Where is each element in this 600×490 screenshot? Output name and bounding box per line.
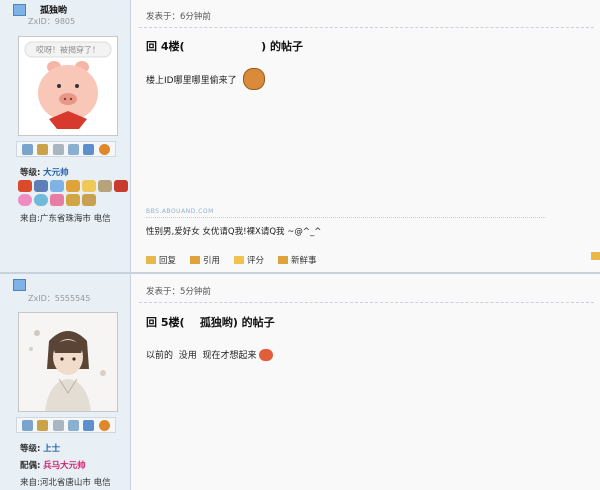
medal-icon[interactable]: [82, 180, 96, 192]
avatar[interactable]: 哎呀！被揭穿了！: [18, 36, 118, 136]
medal-icon[interactable]: [66, 180, 80, 192]
medal-icon[interactable]: [50, 180, 64, 192]
reply-icon: [146, 256, 156, 264]
medal-icon[interactable]: [34, 194, 48, 206]
qq-icon[interactable]: [98, 419, 110, 431]
medal-icon[interactable]: [18, 180, 32, 192]
level: 等级: 大元帅: [20, 166, 69, 178]
post-2-sidebar: ZxID：5555545 等级: 上士 配偶: 兵马大元帅 来自:河北省唐山市 …: [0, 274, 131, 490]
signature: 性别男,爱好女 女优请Q我!裸X请Q我 ~@^_^: [146, 227, 322, 237]
medal-icon[interactable]: [50, 194, 64, 206]
signature-logo: BBS.ABOUAND.COM: [146, 208, 214, 215]
search-icon[interactable]: [52, 419, 64, 431]
post-1-sidebar: 孤独哟 ZxID：9805 哎呀！被揭穿了！ 等级: 大元帅 来自:广东省珠海市…: [0, 0, 131, 272]
avatar-caption: 哎呀！被揭穿了！: [36, 45, 100, 55]
level-label: 等级:: [20, 168, 41, 178]
username[interactable]: 孤独哟: [40, 3, 67, 16]
spouse: 配偶: 兵马大元帅: [20, 459, 86, 471]
spouse-value[interactable]: 兵马大元帅: [43, 461, 86, 471]
pig-avatar-image: 哎呀！被揭穿了！: [19, 37, 117, 135]
level-value: 大元帅: [43, 168, 69, 178]
post-actions: 回复 引用 评分 新鲜事: [146, 254, 317, 266]
post-2-content: 发表于：5分钟前 回 5楼( 孤独哟) 的帖子 以前的 没用 现在才想起来: [131, 274, 600, 490]
post-text: 楼上ID哪里哪里偷来了: [146, 75, 237, 86]
user-status-icon: [13, 4, 26, 16]
medal-icon[interactable]: [98, 180, 112, 192]
location: 来自:广东省珠海市 电信: [20, 214, 111, 224]
mail-icon[interactable]: [22, 143, 34, 155]
level: 等级: 上士: [20, 442, 60, 454]
user-icon[interactable]: [37, 143, 49, 155]
reply-button[interactable]: 回复: [146, 254, 176, 266]
level-value: 上士: [43, 444, 61, 454]
friends-icon[interactable]: [83, 143, 95, 155]
post-body: 楼上ID哪里哪里偷来了: [146, 68, 265, 90]
rate-icon: [234, 256, 245, 264]
quote-label: 引用: [203, 256, 221, 266]
post-body: 以前的 没用 现在才想起来: [146, 348, 274, 361]
user-tools: [16, 417, 116, 433]
anime-avatar-image: [19, 313, 117, 411]
avatar[interactable]: [18, 312, 118, 412]
medal-icon[interactable]: [82, 194, 96, 206]
rate-label: 评分: [247, 256, 265, 266]
medals: [18, 180, 128, 206]
quote-button[interactable]: 引用: [190, 254, 220, 266]
medal-icon[interactable]: [114, 180, 128, 192]
location: 来自:河北省唐山市 电信: [20, 478, 111, 488]
search-icon[interactable]: [52, 143, 64, 155]
smiley-icon: [242, 68, 265, 90]
post-1-content: 发表于：6分钟前 回 4楼( ) 的帖子 楼上ID哪里哪里偷来了 BBS.ABO…: [131, 0, 600, 272]
medal-icon[interactable]: [66, 194, 80, 206]
medal-icon[interactable]: [34, 180, 48, 192]
mail-icon[interactable]: [22, 419, 34, 431]
post-title: 回 5楼( 孤独哟) 的帖子: [146, 316, 275, 329]
scroll-marker-icon: [591, 252, 600, 260]
user-tools: [16, 141, 116, 157]
spouse-label: 配偶:: [20, 461, 41, 471]
divider: [139, 302, 594, 303]
post-time: 发表于：6分钟前: [146, 12, 211, 22]
emoticon-icon: [259, 348, 274, 361]
rate-button[interactable]: 评分: [234, 254, 264, 266]
user-id: ZxID：9805: [28, 17, 76, 26]
profile-icon[interactable]: [68, 419, 80, 431]
user-id: ZxID：5555545: [28, 294, 91, 303]
post-title: 回 4楼( ) 的帖子: [146, 40, 303, 53]
user-status-icon: [13, 279, 26, 291]
news-button[interactable]: 新鲜事: [278, 254, 317, 266]
friends-icon[interactable]: [83, 419, 95, 431]
post-1: 孤独哟 ZxID：9805 哎呀！被揭穿了！ 等级: 大元帅 来自:广东省珠海市…: [0, 0, 600, 272]
heart-icon[interactable]: [18, 194, 32, 206]
post-2: ZxID：5555545 等级: 上士 配偶: 兵马大元帅 来自:河北省唐山市 …: [0, 274, 600, 490]
profile-icon[interactable]: [68, 143, 80, 155]
reply-label: 回复: [159, 256, 177, 266]
news-label: 新鲜事: [291, 256, 317, 266]
qq-icon[interactable]: [98, 143, 110, 155]
post-time: 发表于：5分钟前: [146, 287, 211, 297]
user-icon[interactable]: [37, 419, 49, 431]
post-text: 以前的 没用 现在才想起来: [146, 351, 257, 361]
level-label: 等级:: [20, 444, 41, 454]
quote-icon: [190, 256, 201, 264]
divider: [139, 27, 594, 28]
news-icon: [278, 256, 289, 264]
signature-divider: [146, 217, 546, 218]
